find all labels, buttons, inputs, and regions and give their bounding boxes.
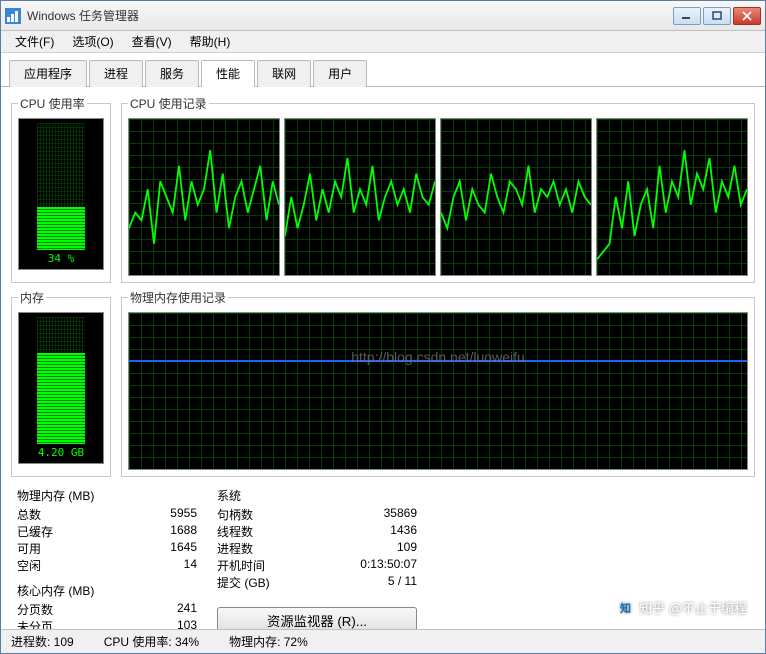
cpu-core-graph-1 (284, 118, 436, 276)
cpu-usage-panel: CPU 使用率 34 % (11, 95, 111, 283)
system-key: 句柄数 (217, 506, 253, 523)
tab-processes[interactable]: 进程 (89, 60, 143, 87)
kernel-mem-row: 未分页 103 (17, 618, 197, 629)
system-value: 5 / 11 (388, 574, 417, 591)
close-icon (742, 11, 752, 21)
zhihu-icon: 知 (617, 600, 633, 616)
tab-users[interactable]: 用户 (313, 60, 367, 87)
phys-mem-key: 总数 (17, 506, 41, 523)
app-icon (5, 8, 21, 24)
minimize-icon (682, 12, 692, 20)
system-value: 35869 (384, 506, 417, 523)
memory-gauge-label: 4.20 GB (38, 446, 84, 459)
phys-mem-value: 1645 (170, 540, 197, 557)
system-title: 系统 (217, 487, 417, 504)
task-manager-window: Windows 任务管理器 文件(F) 选项(O) 查看(V) 帮助(H) 应用… (0, 0, 766, 654)
phys-mem-row: 总数 5955 (17, 506, 197, 523)
menubar: 文件(F) 选项(O) 查看(V) 帮助(H) (1, 31, 765, 53)
phys-mem-row: 空闲 14 (17, 557, 197, 574)
status-cpu: CPU 使用率: 34% (104, 633, 199, 650)
window-controls (673, 7, 761, 25)
phys-mem-row: 可用 1645 (17, 540, 197, 557)
memory-history-graph: http://blog.csdn.net/luoweifu (128, 312, 748, 470)
kernel-mem-value: 103 (177, 618, 197, 629)
statusbar: 进程数: 109 CPU 使用率: 34% 物理内存: 72% (1, 629, 765, 653)
kernel-mem-value: 241 (177, 601, 197, 618)
system-value: 0:13:50:07 (360, 557, 417, 574)
memory-history-panel: 物理内存使用记录 http://blog.csdn.net/luoweifu (121, 289, 755, 477)
tab-performance[interactable]: 性能 (201, 60, 255, 87)
memory-panel: 内存 4.20 GB (11, 289, 111, 477)
cpu-gauge-label: 34 % (48, 252, 75, 265)
menu-help[interactable]: 帮助(H) (182, 31, 239, 52)
blog-watermark: http://blog.csdn.net/luoweifu (351, 349, 525, 365)
system-row: 开机时间 0:13:50:07 (217, 557, 417, 574)
cpu-gauge: 34 % (18, 118, 104, 270)
window-title: Windows 任务管理器 (27, 7, 673, 24)
svg-text:知: 知 (619, 601, 631, 615)
performance-content: CPU 使用率 34 % CPU 使用记录 内存 4.20 GB 物理内 (1, 87, 765, 629)
memory-gauge: 4.20 GB (18, 312, 104, 464)
phys-mem-value: 5955 (170, 506, 197, 523)
cpu-core-graph-3 (596, 118, 748, 276)
kernel-mem-key: 分页数 (17, 601, 53, 618)
status-processes: 进程数: 109 (11, 633, 74, 650)
system-row: 进程数 109 (217, 540, 417, 557)
menu-view[interactable]: 查看(V) (124, 31, 180, 52)
phys-mem-key: 可用 (17, 540, 41, 557)
zhihu-watermark: 知 知乎 @不止于编程 (617, 598, 747, 617)
phys-mem-value: 1688 (170, 523, 197, 540)
memory-history-legend: 物理内存使用记录 (128, 289, 228, 306)
system-key: 提交 (GB) (217, 574, 270, 591)
tab-strip: 应用程序 进程 服务 性能 联网 用户 (1, 53, 765, 87)
maximize-button[interactable] (703, 7, 731, 25)
cpu-core-graph-0 (128, 118, 280, 276)
system-value: 109 (397, 540, 417, 557)
system-row: 线程数 1436 (217, 523, 417, 540)
resource-monitor-button[interactable]: 资源监视器 (R)... (217, 607, 417, 629)
cpu-core-graph-2 (440, 118, 592, 276)
maximize-icon (712, 11, 722, 21)
system-row: 句柄数 35869 (217, 506, 417, 523)
tab-networking[interactable]: 联网 (257, 60, 311, 87)
kernel-mem-title: 核心内存 (MB) (17, 582, 197, 599)
cpu-history-graphs (128, 118, 748, 276)
minimize-button[interactable] (673, 7, 701, 25)
system-value: 1436 (390, 523, 417, 540)
phys-mem-key: 已缓存 (17, 523, 53, 540)
kernel-mem-row: 分页数 241 (17, 601, 197, 618)
system-key: 进程数 (217, 540, 253, 557)
tab-services[interactable]: 服务 (145, 60, 199, 87)
system-key: 开机时间 (217, 557, 265, 574)
kernel-mem-key: 未分页 (17, 618, 53, 629)
system-key: 线程数 (217, 523, 253, 540)
titlebar: Windows 任务管理器 (1, 1, 765, 31)
cpu-history-legend: CPU 使用记录 (128, 95, 209, 112)
cpu-usage-legend: CPU 使用率 (18, 95, 87, 112)
system-row: 提交 (GB) 5 / 11 (217, 574, 417, 591)
phys-mem-value: 14 (184, 557, 197, 574)
stats-right: 系统 句柄数35869线程数1436进程数109开机时间0:13:50:07提交… (217, 487, 417, 629)
close-button[interactable] (733, 7, 761, 25)
tab-applications[interactable]: 应用程序 (9, 60, 87, 87)
phys-mem-key: 空闲 (17, 557, 41, 574)
menu-options[interactable]: 选项(O) (64, 31, 121, 52)
status-memory: 物理内存: 72% (229, 633, 308, 650)
phys-mem-row: 已缓存 1688 (17, 523, 197, 540)
menu-file[interactable]: 文件(F) (7, 31, 62, 52)
cpu-history-panel: CPU 使用记录 (121, 95, 755, 283)
memory-legend: 内存 (18, 289, 46, 306)
stats-left: 物理内存 (MB) 总数 5955 已缓存 1688 可用 1645 空闲 14 核心内存 (… (17, 487, 197, 629)
phys-mem-title: 物理内存 (MB) (17, 487, 197, 504)
